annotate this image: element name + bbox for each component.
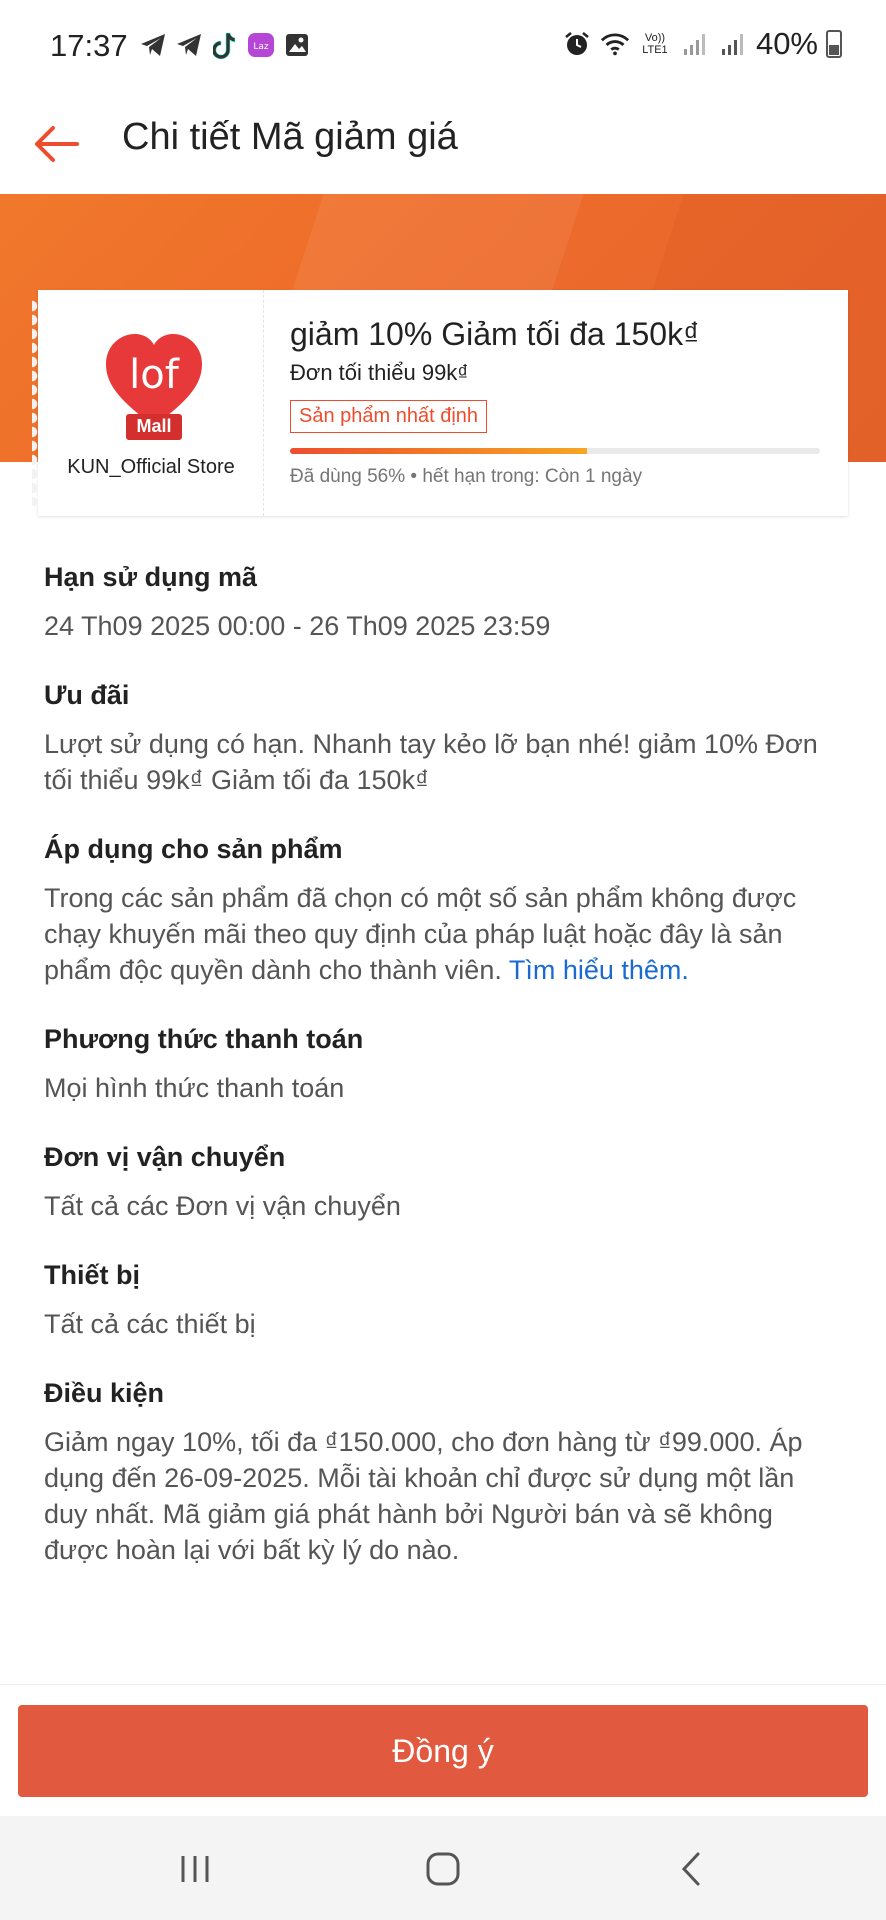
voucher-store: lof Mall KUN_Official Store: [32, 290, 264, 516]
store-logo: lof Mall: [102, 330, 206, 450]
voucher-tag: Sản phẩm nhất định: [290, 400, 488, 433]
section-body: Mọi hình thức thanh toán: [44, 1073, 345, 1103]
mall-badge: Mall: [136, 416, 172, 436]
section-title: Thiết bị: [44, 1260, 140, 1290]
usage-progress: [290, 448, 820, 454]
section-title: Áp dụng cho sản phẩm: [44, 834, 343, 864]
gallery-icon: [282, 30, 312, 60]
section-body: Trong các sản phẩm đã chọn có một số sản…: [44, 880, 844, 988]
signal-icon: [680, 29, 710, 59]
signal-icon: [718, 29, 748, 59]
section-title: Đơn vị vận chuyển: [44, 1142, 286, 1172]
section-title: Hạn sử dụng mã: [44, 562, 258, 592]
store-name: KUN_Official Store: [67, 456, 235, 478]
section-title: Điều kiện: [44, 1378, 165, 1408]
back-icon: [681, 1852, 700, 1886]
app-header: Chi tiết Mã giảm giá: [0, 94, 886, 194]
telegram-icon: [138, 30, 168, 60]
status-time: 17:37: [50, 28, 128, 63]
section-body: Tất cả các thiết bị: [44, 1309, 256, 1339]
voucher-info: giảm 10% Giảm tối đa 150k₫ Đơn tối thiểu…: [290, 314, 830, 433]
section-conditions: Điều kiện Giảm ngay 10%, tối đa ₫150.000…: [44, 1376, 844, 1568]
section-validity: Hạn sử dụng mã 24 Th09 2025 00:00 - 26 T…: [44, 560, 844, 644]
section-body: Giảm ngay 10%, tối đa ₫150.000, cho đơn …: [44, 1427, 803, 1565]
battery-icon: [826, 30, 842, 58]
section-offer: Ưu đãi Lượt sử dụng có hạn. Nhanh tay kẻ…: [44, 678, 844, 798]
agree-button[interactable]: Đồng ý: [18, 1705, 868, 1797]
usage-text: Đã dùng 56% • hết hạn trong: Còn 1 ngày: [290, 466, 643, 487]
lazada-icon: Laz: [246, 30, 276, 60]
home-button[interactable]: [418, 1844, 468, 1894]
back-button[interactable]: [22, 110, 90, 178]
section-body: Tất cả các Đơn vị vận chuyển: [44, 1191, 401, 1221]
status-bar: 17:37 Laz Vo)) LTE1 40%: [0, 0, 886, 94]
svg-text:Laz: Laz: [253, 42, 269, 52]
system-nav-bar: [0, 1816, 886, 1920]
section-body: 24 Th09 2025 00:00 - 26 Th09 2025 23:59: [44, 611, 551, 641]
system-status: Vo)) LTE1 40%: [562, 26, 842, 62]
wifi-icon: [600, 29, 630, 59]
usage-progress-fill: [290, 448, 587, 454]
voucher-details: Hạn sử dụng mã 24 Th09 2025 00:00 - 26 T…: [44, 560, 844, 1602]
recent-apps-button[interactable]: [170, 1844, 220, 1894]
alarm-icon: [562, 29, 592, 59]
voucher-min-order: Đơn tối thiểu 99k₫: [290, 360, 469, 385]
section-body: Lượt sử dụng có hạn. Nhanh tay kẻo lỡ bạ…: [44, 729, 818, 795]
arrow-left-icon: [35, 126, 79, 162]
learn-more-link[interactable]: Tìm hiểu thêm.: [509, 955, 689, 985]
bottom-action-bar: Đồng ý: [0, 1684, 886, 1816]
nav-back-button[interactable]: [666, 1844, 716, 1894]
section-title: Phương thức thanh toán: [44, 1024, 364, 1054]
section-products: Áp dụng cho sản phẩm Trong các sản phẩm …: [44, 832, 844, 988]
telegram-icon: [174, 30, 204, 60]
section-shipping: Đơn vị vận chuyển Tất cả các Đơn vị vận …: [44, 1140, 844, 1224]
home-icon: [426, 1852, 460, 1886]
voucher-title: giảm 10% Giảm tối đa 150k₫: [290, 316, 700, 352]
volte-icon: Vo)) LTE1: [642, 32, 668, 56]
notification-icons: Laz: [138, 30, 312, 60]
tiktok-icon: [210, 30, 240, 60]
section-title: Ưu đãi: [44, 680, 130, 710]
logo-text: lof: [129, 352, 179, 398]
battery-percent: 40%: [755, 26, 818, 61]
section-payment: Phương thức thanh toán Mọi hình thức tha…: [44, 1022, 844, 1106]
recent-apps-icon: [181, 1856, 209, 1882]
voucher-card: lof Mall KUN_Official Store giảm 10% Giả…: [32, 290, 848, 516]
section-device: Thiết bị Tất cả các thiết bị: [44, 1258, 844, 1342]
page-title: Chi tiết Mã giảm giá: [122, 116, 458, 158]
